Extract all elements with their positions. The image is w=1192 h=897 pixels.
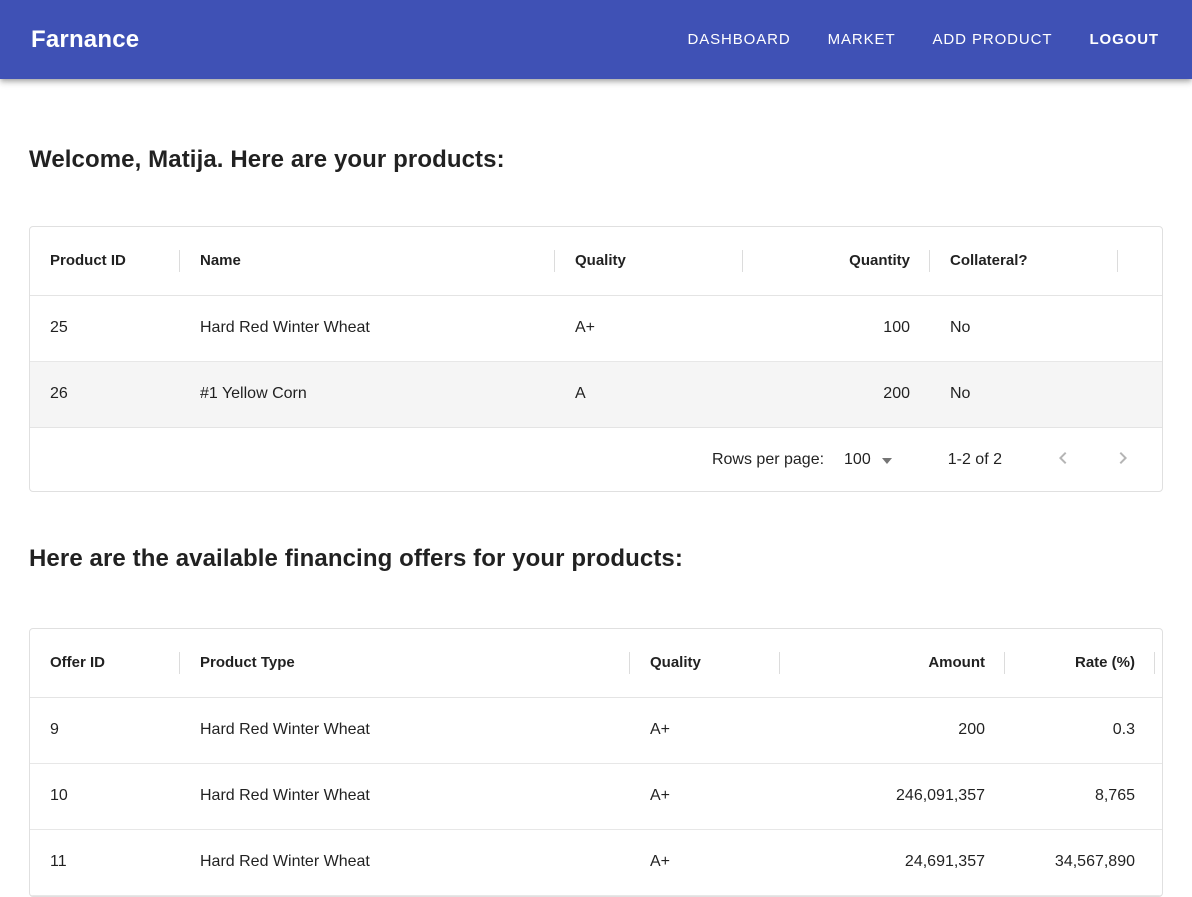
offer-row-9: 9 Hard Red Winter Wheat A+ 200 0.3 bbox=[30, 697, 1162, 763]
products-table: Product ID Name Quality Quantity Collate… bbox=[30, 227, 1162, 427]
products-heading: Welcome, Matija. Here are your products: bbox=[29, 146, 1163, 174]
nav-logout-button[interactable]: LOGOUT bbox=[1087, 25, 1161, 54]
chevron-left-icon bbox=[1051, 446, 1075, 473]
rows-per-page-label: Rows per page: bbox=[712, 451, 824, 469]
cell-quantity: 100 bbox=[743, 295, 930, 361]
app-bar: Farnance DASHBOARD MARKET ADD PRODUCT LO… bbox=[0, 0, 1192, 79]
product-row-26: 26 #1 Yellow Corn A 200 No bbox=[30, 361, 1162, 427]
pagination-range-label: 1-2 of 2 bbox=[948, 451, 1002, 469]
cell-offer-id: 11 bbox=[30, 829, 180, 895]
cell-name: Hard Red Winter Wheat bbox=[180, 295, 555, 361]
cell-rate: 34,567,890 bbox=[1005, 829, 1155, 895]
main-content: Welcome, Matija. Here are your products:… bbox=[0, 146, 1192, 897]
nav-dashboard-button[interactable]: DASHBOARD bbox=[686, 25, 793, 54]
cell-product-type: Hard Red Winter Wheat bbox=[180, 829, 630, 895]
column-header-filler bbox=[1118, 227, 1162, 295]
cell-name: #1 Yellow Corn bbox=[180, 361, 555, 427]
cell-quality: A+ bbox=[555, 295, 743, 361]
cell-amount: 246,091,357 bbox=[780, 763, 1005, 829]
cell-rate: 0.3 bbox=[1005, 697, 1155, 763]
offers-table-header-row: Offer ID Product Type Quality Amount Rat… bbox=[30, 629, 1162, 697]
products-table-pagination: Rows per page: 100 1-2 of 2 bbox=[30, 427, 1162, 491]
products-table-header-row: Product ID Name Quality Quantity Collate… bbox=[30, 227, 1162, 295]
dropdown-arrow-icon bbox=[882, 458, 892, 464]
chevron-right-icon bbox=[1111, 446, 1135, 473]
offers-heading: Here are the available financing offers … bbox=[29, 545, 1163, 573]
cell-amount: 24,691,357 bbox=[780, 829, 1005, 895]
cell-product-type: Hard Red Winter Wheat bbox=[180, 763, 630, 829]
rows-per-page-value: 100 bbox=[844, 451, 871, 469]
offer-row-10: 10 Hard Red Winter Wheat A+ 246,091,357 … bbox=[30, 763, 1162, 829]
cell-quality: A+ bbox=[630, 763, 780, 829]
products-table-card: Product ID Name Quality Quantity Collate… bbox=[29, 226, 1163, 492]
column-header-rate: Rate (%) bbox=[1005, 629, 1155, 697]
column-header-offer-id: Offer ID bbox=[30, 629, 180, 697]
offers-table-card: Offer ID Product Type Quality Amount Rat… bbox=[29, 628, 1163, 897]
cell-product-id: 26 bbox=[30, 361, 180, 427]
nav-market-button[interactable]: MARKET bbox=[826, 25, 898, 54]
column-header-name: Name bbox=[180, 227, 555, 295]
offers-table: Offer ID Product Type Quality Amount Rat… bbox=[30, 629, 1162, 896]
column-header-quality: Quality bbox=[630, 629, 780, 697]
column-header-collateral: Collateral? bbox=[930, 227, 1118, 295]
cell-quality: A bbox=[555, 361, 743, 427]
next-page-button[interactable] bbox=[1111, 448, 1135, 472]
previous-page-button[interactable] bbox=[1051, 448, 1075, 472]
column-header-amount: Amount bbox=[780, 629, 1005, 697]
cell-collateral: No bbox=[930, 295, 1118, 361]
cell-offer-id: 10 bbox=[30, 763, 180, 829]
cell-amount: 200 bbox=[780, 697, 1005, 763]
nav-add-product-button[interactable]: ADD PRODUCT bbox=[931, 25, 1055, 54]
cell-quality: A+ bbox=[630, 829, 780, 895]
column-header-product-type: Product Type bbox=[180, 629, 630, 697]
cell-product-type: Hard Red Winter Wheat bbox=[180, 697, 630, 763]
main-nav: DASHBOARD MARKET ADD PRODUCT LOGOUT bbox=[686, 25, 1162, 54]
column-header-filler bbox=[1155, 629, 1162, 697]
cell-product-id: 25 bbox=[30, 295, 180, 361]
product-row-25: 25 Hard Red Winter Wheat A+ 100 No bbox=[30, 295, 1162, 361]
column-header-quality: Quality bbox=[555, 227, 743, 295]
column-header-product-id: Product ID bbox=[30, 227, 180, 295]
offer-row-11: 11 Hard Red Winter Wheat A+ 24,691,357 3… bbox=[30, 829, 1162, 895]
cell-rate: 8,765 bbox=[1005, 763, 1155, 829]
cell-offer-id: 9 bbox=[30, 697, 180, 763]
cell-quantity: 200 bbox=[743, 361, 930, 427]
app-title: Farnance bbox=[31, 26, 139, 54]
column-header-quantity: Quantity bbox=[743, 227, 930, 295]
cell-quality: A+ bbox=[630, 697, 780, 763]
rows-per-page-select[interactable]: 100 bbox=[844, 451, 892, 469]
cell-collateral: No bbox=[930, 361, 1118, 427]
